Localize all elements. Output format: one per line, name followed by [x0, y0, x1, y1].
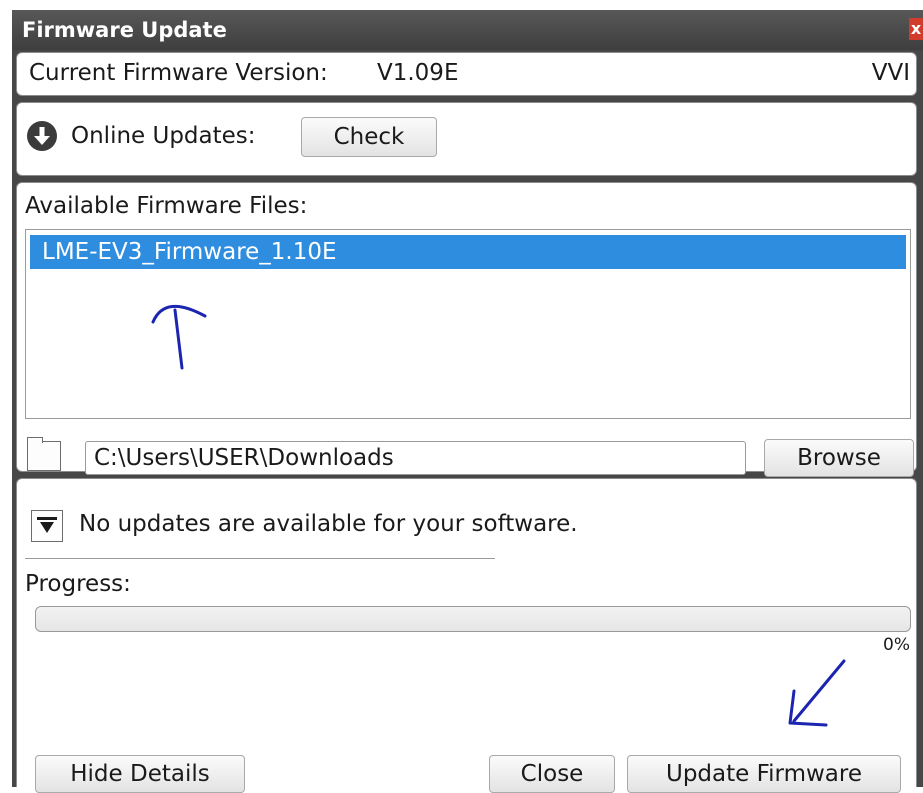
close-icon[interactable]: x: [909, 18, 923, 40]
close-button[interactable]: Close: [489, 755, 615, 793]
details-panel: No updates are available for your softwa…: [16, 478, 917, 793]
online-updates-panel: Online Updates: Check: [16, 102, 917, 176]
progress-bar: [35, 606, 911, 632]
check-button[interactable]: Check: [301, 117, 437, 157]
annotation-arrow-icon: [788, 659, 846, 727]
download-arrow-icon: [27, 121, 57, 151]
hide-details-button[interactable]: Hide Details: [35, 755, 245, 793]
current-version-value: V1.09E: [377, 60, 459, 86]
status-message: No updates are available for your softwa…: [79, 511, 578, 537]
folder-icon: [27, 437, 61, 471]
annotation-arrow-icon: [151, 304, 207, 370]
dialog-title: Firmware Update: [22, 18, 227, 42]
folder-path-input[interactable]: [85, 441, 746, 475]
progress-label: Progress:: [25, 571, 131, 597]
current-version-panel: Current Firmware Version: V1.09E VVI: [16, 52, 917, 96]
available-files-heading: Available Firmware Files:: [25, 193, 308, 219]
hardware-code: VVI: [871, 60, 910, 86]
divider: [25, 558, 495, 559]
list-item[interactable]: LME-EV3_Firmware_1.10E: [30, 235, 906, 269]
browse-button[interactable]: Browse: [764, 439, 914, 477]
expand-toggle-icon[interactable]: [31, 510, 63, 542]
update-firmware-button[interactable]: Update Firmware: [627, 755, 901, 793]
current-version-label: Current Firmware Version:: [29, 60, 328, 86]
title-bar: Firmware Update x: [12, 10, 923, 50]
online-updates-label: Online Updates:: [71, 123, 256, 149]
progress-percent: 0%: [883, 635, 910, 655]
